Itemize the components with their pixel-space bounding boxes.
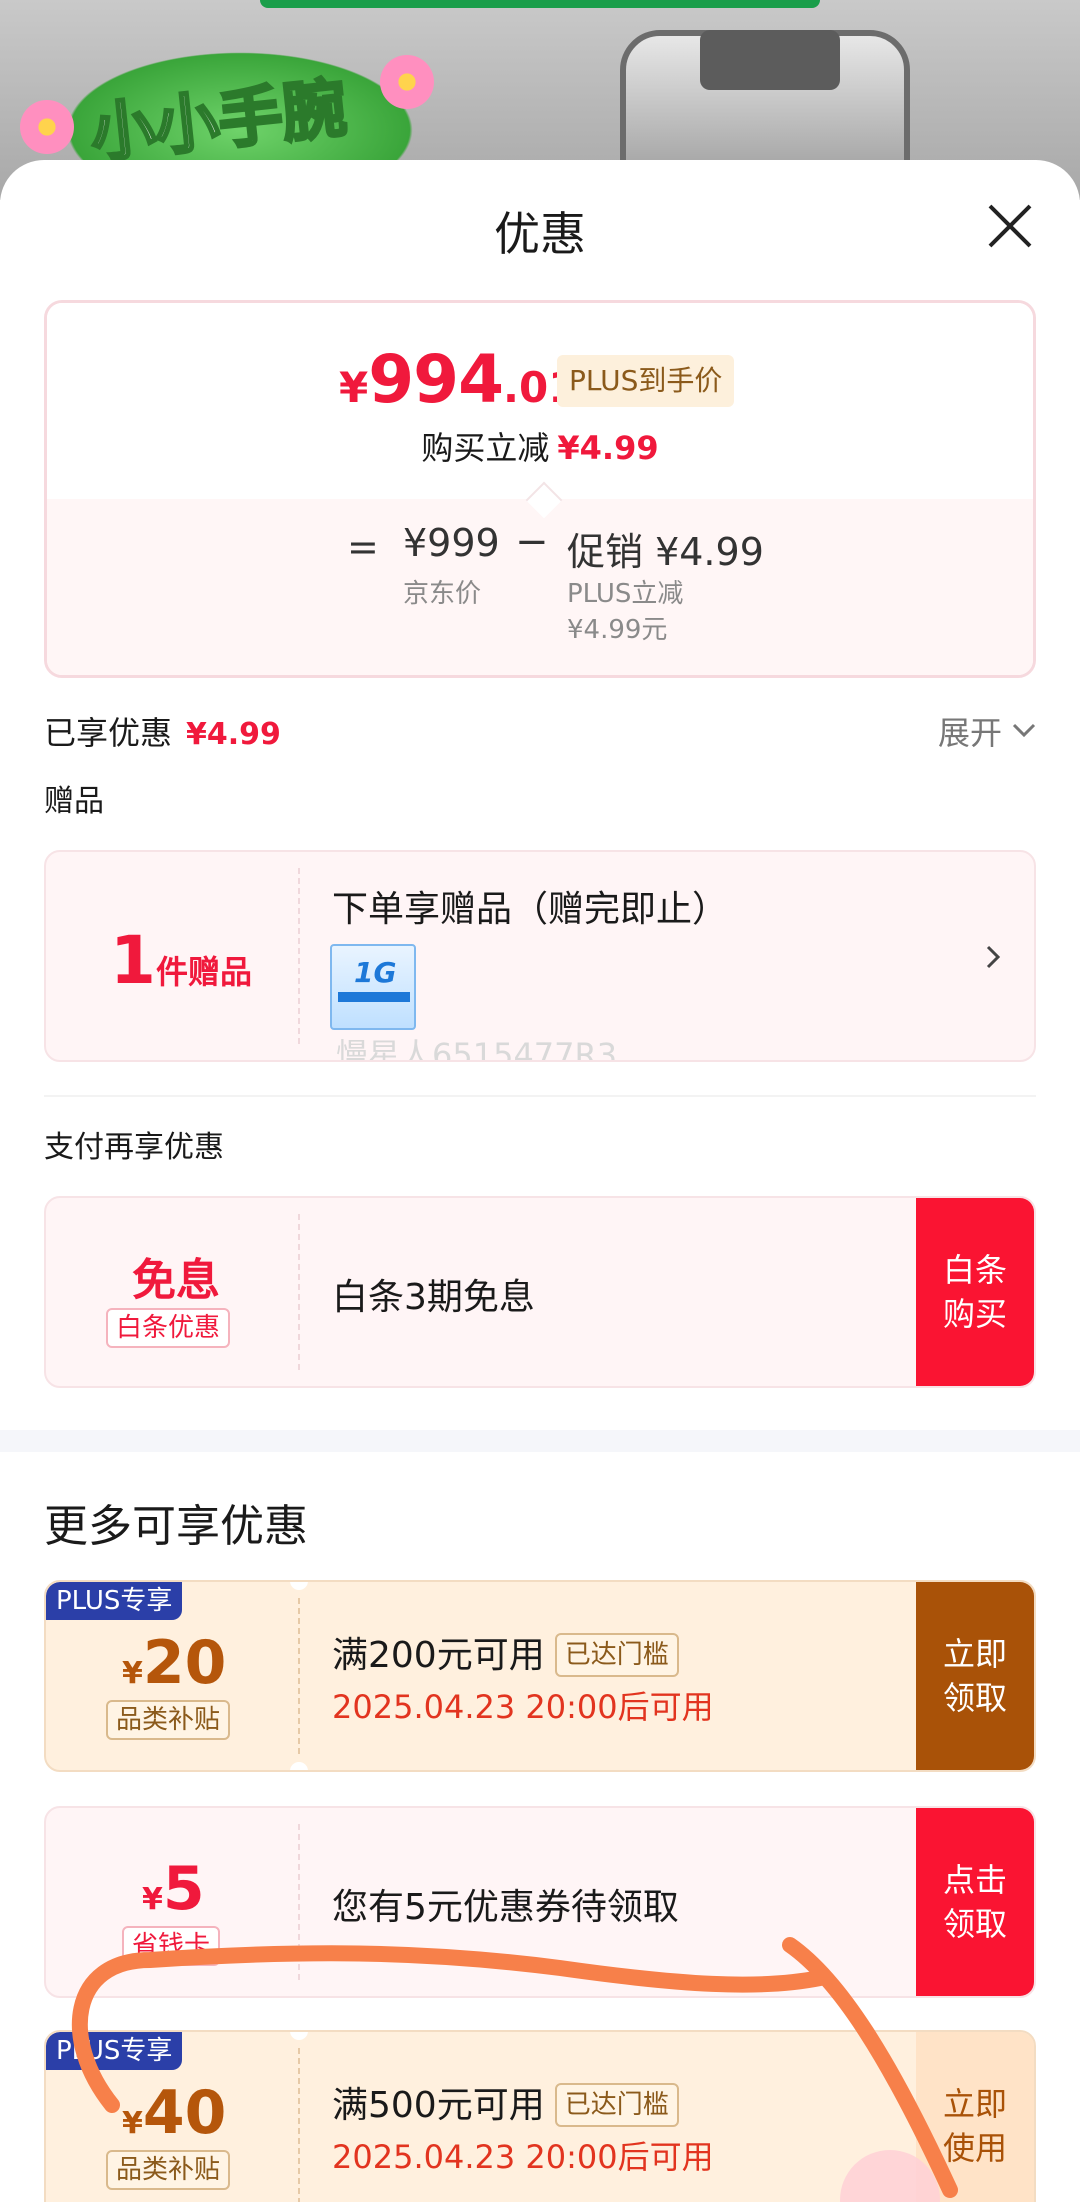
gift-count: 1件赠品 (110, 922, 252, 999)
coupon-amount: ¥5 (142, 1854, 205, 1924)
coupon-valid-time: 2025.04.23 20:00后可用 (332, 2138, 714, 2176)
use-coupon-button[interactable]: 立即 使用 (916, 2032, 1034, 2202)
coupon-valid-time: 2025.04.23 20:00后可用 (332, 1688, 714, 1726)
coupon-amount: ¥20 (122, 1628, 227, 1698)
plus-exclusive-badge: PLUS专享 (46, 2032, 183, 2070)
buy-reduce-line: 购买立减 ¥4.99 (421, 429, 659, 467)
gift-card[interactable]: 1件赠品 下单享赠品（赠完即止） 1G 慢星人6515477R3 (44, 850, 1036, 1062)
card-divider (298, 868, 300, 1044)
card-divider (298, 1824, 300, 1980)
coupon-amount: ¥40 (122, 2078, 227, 2148)
baitiao-buy-button[interactable]: 白条 购买 (916, 1198, 1034, 1386)
baitiao-tag: 白条优惠 (106, 1308, 231, 1348)
discount-sheet: 优惠 ¥994.01 PLUS到手价 购买立减 ¥4.99 = ¥999 京东价 … (0, 160, 1080, 2202)
flower-decoration (380, 55, 434, 109)
final-price: ¥994.01 (339, 341, 578, 418)
ticket-notch (290, 1762, 308, 1770)
coupon-type-tag: 品类补贴 (106, 1700, 231, 1740)
gift-thumbnail-label: 1G (354, 956, 397, 989)
gift-title: 下单享赠品（赠完即止） (332, 889, 729, 930)
watermark: 慢星人6515477R3 (336, 1036, 618, 1062)
coupon-card: PLUS专享 ¥40 品类补贴 满500元可用 已达门槛 2025.04.23 2… (44, 2030, 1036, 2202)
background-watch-top (700, 30, 840, 90)
card-divider (298, 2048, 300, 2202)
minus-sign: − (515, 519, 549, 565)
enjoyed-discount: 已享优惠 ¥4.99 (44, 714, 281, 752)
threshold-reached-badge: 已达门槛 (554, 1633, 679, 1677)
coupon-type-tag: 品类补贴 (106, 2150, 231, 2190)
card-divider (298, 1214, 300, 1370)
chevron-down-icon[interactable] (1010, 720, 1038, 740)
pay-section-label: 支付再享优惠 (44, 1130, 224, 1165)
ticket-notch (290, 2032, 308, 2040)
click-claim-button[interactable]: 点击 领取 (916, 1808, 1034, 1996)
more-discounts-title: 更多可享优惠 (44, 1501, 308, 1552)
promo-amount: 促销 ¥4.99 (567, 530, 764, 574)
background-banner-bar (260, 0, 820, 8)
sheet-title: 优惠 (494, 207, 586, 261)
plus-exclusive-badge: PLUS专享 (46, 1582, 183, 1620)
equals-sign: = (347, 525, 379, 569)
interest-free-label: 免息 (132, 1255, 220, 1306)
baitiao-card: 免息 白条优惠 白条3期免息 白条 购买 (44, 1196, 1036, 1388)
gift-section-label: 赠品 (44, 784, 104, 819)
threshold-reached-badge: 已达门槛 (554, 2083, 679, 2127)
jd-price: ¥999 (403, 521, 500, 565)
promo-detail-line1: PLUS立减 (567, 579, 684, 609)
promo-detail-line2: ¥4.99元 (567, 615, 668, 645)
gift-thumbnail-bar (338, 992, 410, 1002)
baitiao-installment-text: 白条3期免息 (332, 1277, 535, 1318)
coupon-condition: 满500元可用 已达门槛 (332, 2076, 679, 2128)
jd-price-label: 京东价 (403, 579, 482, 609)
plus-price-tag: PLUS到手价 (557, 355, 735, 407)
chevron-right-icon[interactable] (984, 942, 1002, 972)
section-gap (0, 1430, 1080, 1452)
coupon-type-tag: 省钱卡 (122, 1926, 221, 1966)
flower-decoration (20, 100, 74, 154)
section-divider (44, 1095, 1036, 1097)
coupon-pending-text: 您有5元优惠券待领取 (332, 1887, 679, 1928)
claim-coupon-button[interactable]: 立即 领取 (916, 1582, 1034, 1770)
coupon-card: PLUS专享 ¥20 品类补贴 满200元可用 已达门槛 2025.04.23 2… (44, 1580, 1036, 1772)
coupon-card: ¥5 省钱卡 您有5元优惠券待领取 点击 领取 (44, 1806, 1036, 1998)
ticket-notch (290, 1582, 308, 1590)
card-divider (298, 1598, 300, 1754)
coupon-condition: 满200元可用 已达门槛 (332, 1626, 679, 1678)
close-icon[interactable] (986, 202, 1034, 250)
expand-button[interactable]: 展开 (938, 708, 1002, 754)
gift-thumbnail[interactable]: 1G (330, 944, 416, 1030)
price-summary-card: ¥994.01 PLUS到手价 购买立减 ¥4.99 = ¥999 京东价 − 促… (44, 300, 1036, 678)
